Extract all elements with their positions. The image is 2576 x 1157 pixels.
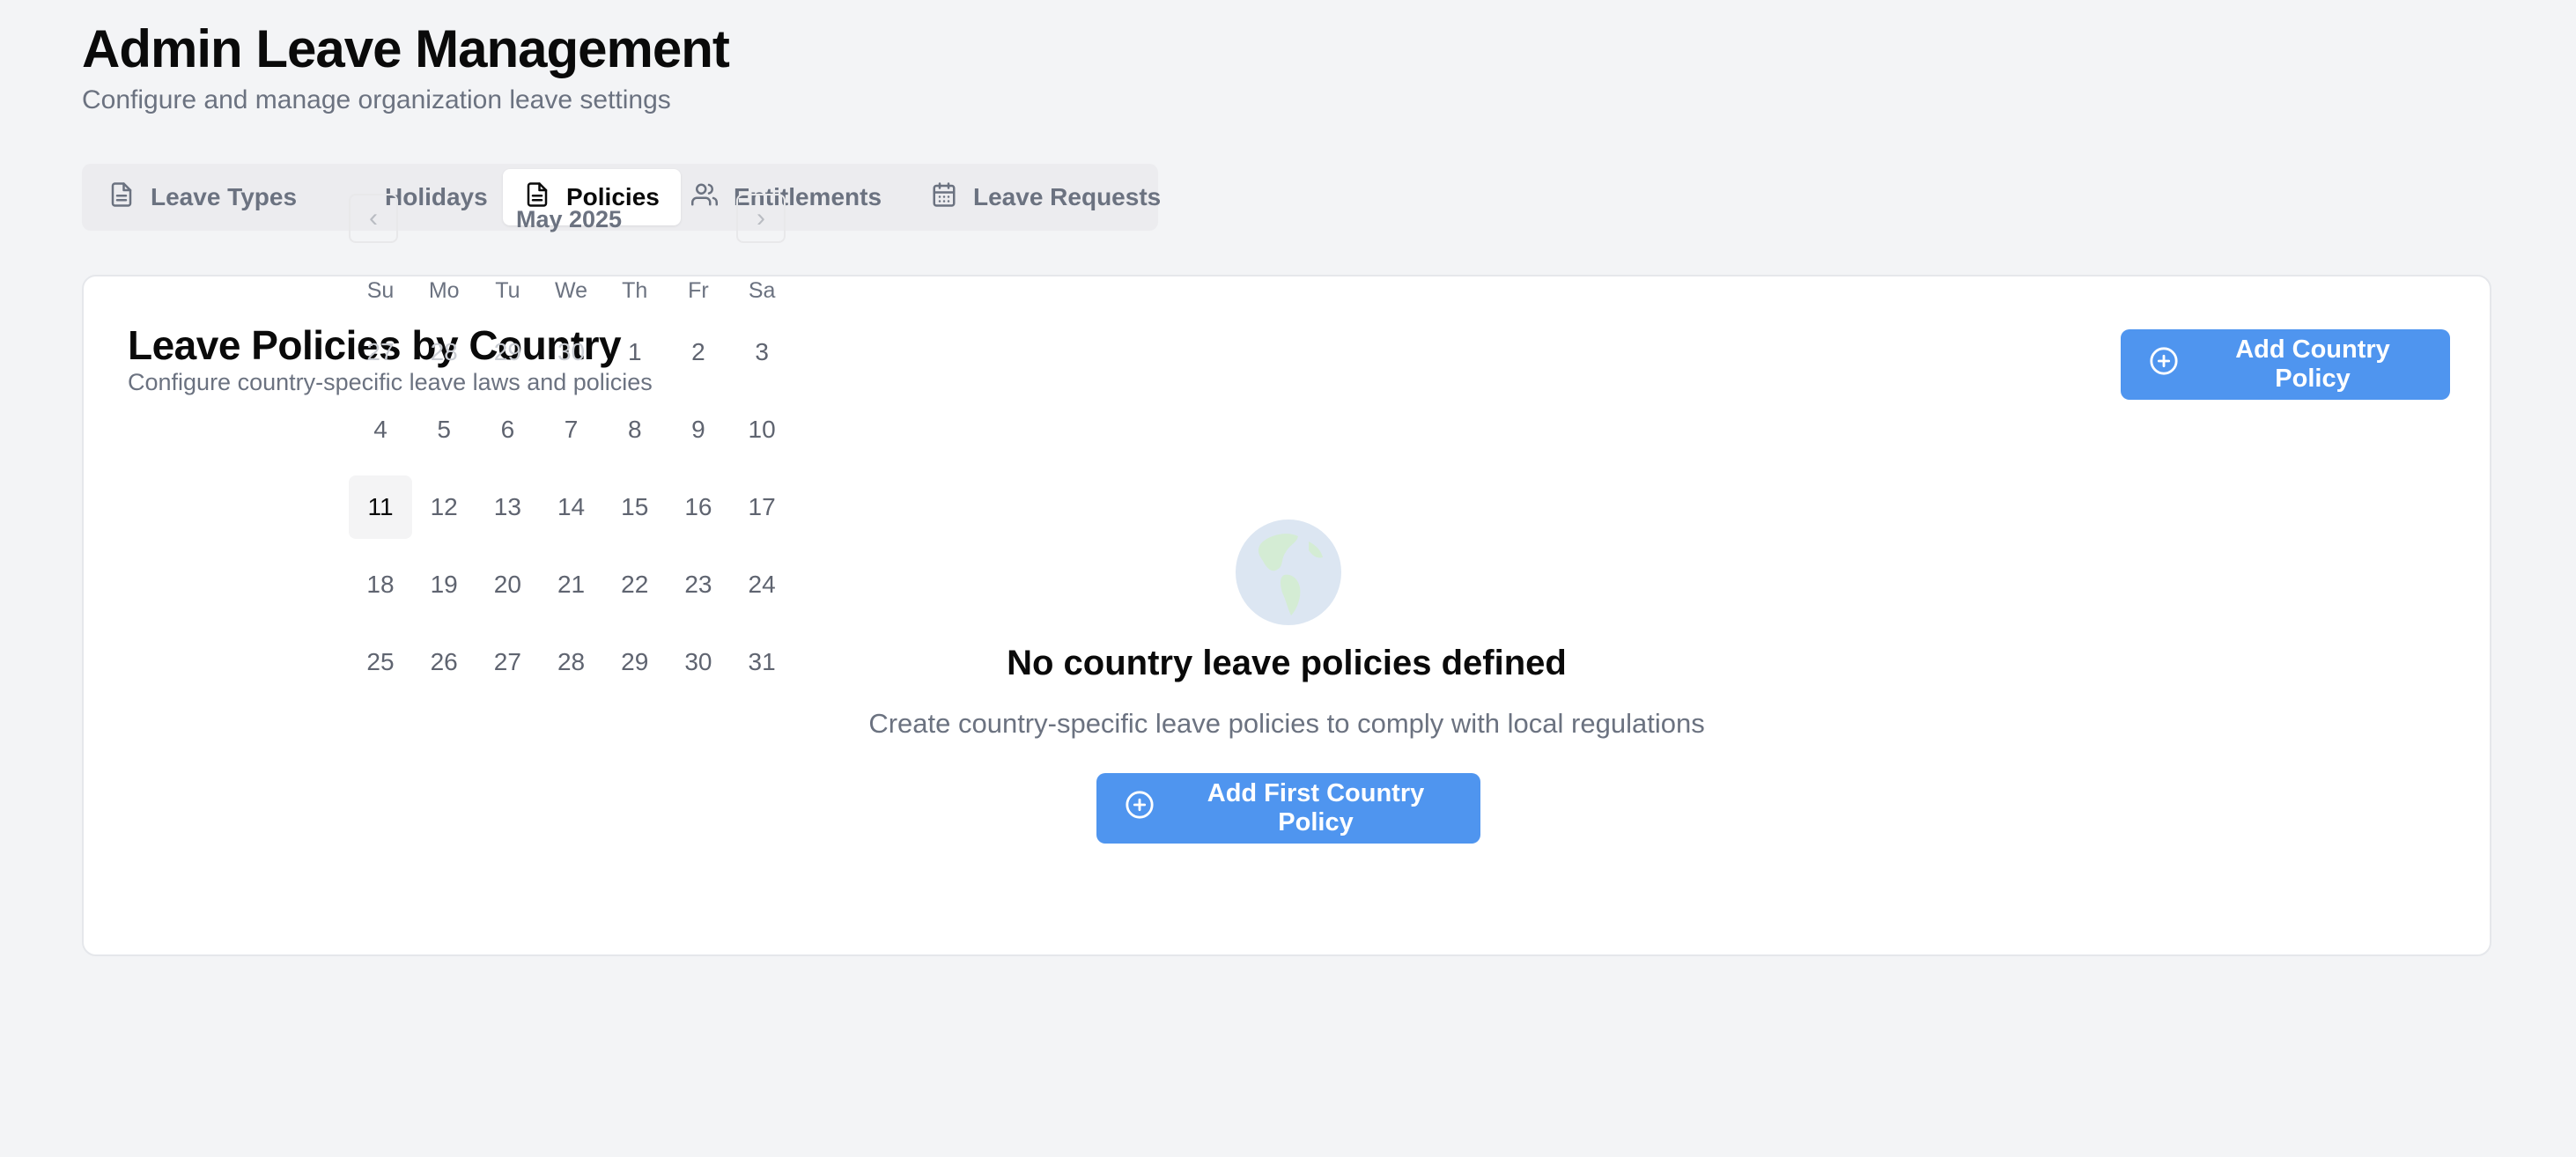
calendar-day[interactable]: 22 — [603, 553, 667, 616]
calendar-day[interactable]: 18 — [349, 553, 412, 616]
calendar-day[interactable]: 23 — [667, 553, 730, 616]
calendar-day[interactable]: 6 — [476, 398, 539, 461]
weekday-header: Su Mo Tu We Th Fr Sa — [349, 273, 793, 308]
weekday-label: Sa — [748, 277, 776, 303]
calendar-day[interactable]: 25 — [349, 630, 412, 694]
calendar-day[interactable]: 19 — [412, 553, 476, 616]
calendar-day[interactable]: 16 — [667, 475, 730, 539]
tab-label: Leave Requests — [973, 183, 1162, 210]
calendar-day[interactable]: 24 — [730, 553, 793, 616]
calendar-week: 11 12 13 14 15 16 17 — [349, 475, 793, 539]
weekday-label: Tu — [495, 277, 520, 303]
calendar-week: 4 5 6 7 8 9 10 — [349, 398, 793, 461]
button-label: Add Country Policy — [2235, 335, 2390, 393]
calendar-day[interactable]: 12 — [412, 475, 476, 539]
calendar-day[interactable]: 13 — [476, 475, 539, 539]
calendar-day[interactable]: 15 — [603, 475, 667, 539]
weekday-label: Fr — [688, 277, 709, 303]
calendar-day[interactable]: 17 — [730, 475, 793, 539]
plus-circle-icon — [2149, 346, 2179, 383]
calendar-day[interactable]: 2 — [667, 321, 730, 384]
calendar-day[interactable]: 30 — [667, 630, 730, 694]
weekday-label: Su — [366, 277, 395, 303]
calendar-day[interactable]: 27 — [476, 630, 539, 694]
page-title: Admin Leave Management — [82, 19, 730, 78]
empty-state-description: Create country-specific leave policies t… — [868, 708, 1705, 739]
add-first-country-policy-button[interactable]: Add First Country Policy — [1096, 773, 1480, 844]
add-country-policy-button[interactable]: Add Country Policy — [2121, 329, 2450, 400]
calendar-day[interactable]: 28 — [412, 321, 476, 384]
calendar-day[interactable]: 20 — [476, 553, 539, 616]
weekday-label: Th — [622, 277, 648, 303]
calendar-day[interactable]: 1 — [603, 321, 667, 384]
calendar-day[interactable]: 30 — [540, 321, 603, 384]
calendar-day[interactable]: 3 — [730, 321, 793, 384]
calendar-day[interactable]: 5 — [412, 398, 476, 461]
calendar-day[interactable]: 9 — [667, 398, 730, 461]
tab-leave-types[interactable]: Leave Types — [87, 169, 318, 225]
calendar-day[interactable]: 27 — [349, 321, 412, 384]
globe-icon — [1235, 519, 1342, 626]
calendar-day[interactable]: 4 — [349, 398, 412, 461]
calendar-day[interactable]: 7 — [540, 398, 603, 461]
calendar-day[interactable]: 10 — [730, 398, 793, 461]
calendar-day[interactable]: 21 — [540, 553, 603, 616]
date-picker: ‹ May 2025 › Su Mo Tu We Th Fr Sa 27 28 … — [349, 194, 789, 687]
calendar-day[interactable]: 26 — [412, 630, 476, 694]
tab-label: Leave Types — [151, 183, 298, 210]
weekday-label: Mo — [428, 277, 460, 303]
calendar-icon — [931, 181, 957, 214]
calendar-day[interactable]: 8 — [603, 398, 667, 461]
weekday-label: We — [555, 277, 588, 303]
calendar-week: 18 19 20 21 22 23 24 — [349, 553, 793, 616]
calendar-day[interactable]: 29 — [476, 321, 539, 384]
file-text-icon — [108, 181, 135, 214]
calendar-day[interactable]: 14 — [540, 475, 603, 539]
calendar-day[interactable]: 31 — [730, 630, 793, 694]
calendar-week: 27 28 29 30 1 2 3 — [349, 321, 793, 384]
calendar-month-label: May 2025 — [515, 206, 623, 232]
calendar-day-today[interactable]: 11 — [349, 475, 412, 539]
page-subtitle: Configure and manage organization leave … — [82, 85, 671, 114]
calendar-day[interactable]: 29 — [603, 630, 667, 694]
chevron-right-icon[interactable]: › — [736, 194, 786, 243]
button-label: Add First Country Policy — [1207, 779, 1425, 836]
calendar-day[interactable]: 28 — [540, 630, 603, 694]
tab-leave-requests[interactable]: Leave Requests — [910, 169, 1182, 225]
calendar-week: 25 26 27 28 29 30 31 — [349, 630, 793, 694]
plus-circle-icon — [1125, 790, 1155, 827]
